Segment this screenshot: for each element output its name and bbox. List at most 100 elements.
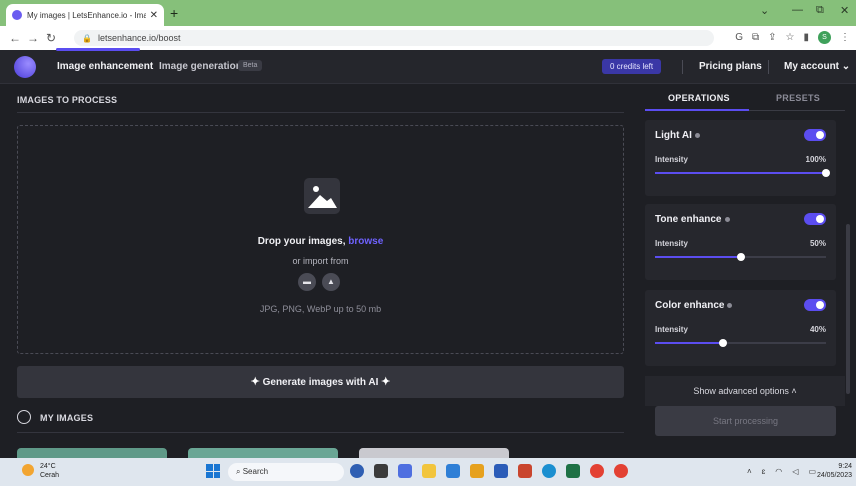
intensity-label: Intensity — [655, 239, 688, 248]
intensity-value: 40% — [809, 325, 826, 334]
date: 24/05/2023 — [816, 472, 852, 479]
tab-presets[interactable]: PRESETS — [776, 93, 820, 103]
volume-icon[interactable]: ◁ — [792, 467, 798, 476]
system-tray: ˄ ɛ ◠ ◁ ▭ — [747, 467, 816, 476]
show-advanced-options[interactable]: Show advanced options ˄ — [645, 376, 845, 406]
excel-icon[interactable] — [566, 464, 580, 478]
forward-icon[interactable]: → — [24, 31, 42, 45]
app-icon[interactable] — [470, 464, 484, 478]
wifi-icon[interactable]: ◠ — [775, 467, 782, 476]
taskbar-search[interactable]: ⌕ Search — [228, 463, 344, 481]
google-icon[interactable]: G — [735, 32, 743, 43]
lock-icon: 🔒 — [82, 33, 92, 43]
edge-icon[interactable] — [542, 464, 556, 478]
tab-operations[interactable]: OPERATIONS — [668, 93, 730, 103]
language-icon[interactable]: ɛ — [762, 467, 766, 476]
light-ai-card: Light AI Intensity 100% — [645, 120, 836, 196]
word-icon[interactable] — [494, 464, 508, 478]
intensity-label: Intensity — [655, 155, 688, 164]
slider-handle[interactable] — [719, 339, 728, 347]
new-tab-icon[interactable]: + — [170, 5, 178, 21]
generate-images-button[interactable]: ✦ Generate images with AI ✦ — [17, 366, 624, 398]
color-enhance-toggle[interactable] — [804, 299, 826, 311]
chrome-icon[interactable] — [590, 464, 604, 478]
advanced-options-label: Show advanced options — [693, 386, 789, 396]
weather-widget[interactable]: 24°C Cerah — [40, 462, 59, 480]
chevron-up-icon: ˄ — [791, 386, 797, 396]
browse-link[interactable]: browse — [348, 236, 383, 247]
browser-tab[interactable]: My images | LetsEnhance.io - Ima ✕ — [6, 4, 164, 26]
credits-badge[interactable]: 0 credits left — [602, 59, 662, 74]
light-ai-title: Light AI — [655, 130, 700, 141]
nav-image-enhancement[interactable]: Image enhancement — [57, 61, 153, 72]
site-favicon-icon — [12, 10, 22, 20]
info-icon[interactable] — [724, 216, 730, 222]
desktop-app-icon[interactable] — [374, 464, 388, 478]
accepted-formats: JPG, PNG, WebP up to 50 mb — [259, 304, 382, 314]
clock[interactable]: 9:24 24/05/2023 — [817, 462, 852, 480]
nav-image-generation[interactable]: Image generation — [159, 61, 242, 72]
browser-menu-icon[interactable]: ⋮ — [840, 32, 850, 43]
weather-condition: Cerah — [40, 472, 60, 479]
intensity-slider[interactable] — [655, 169, 830, 177]
browser-tab-strip: My images | LetsEnhance.io - Ima ✕ + ⌄ —… — [0, 0, 856, 26]
chrome-icon[interactable] — [614, 464, 628, 478]
url-text: letsenhance.io/boost — [97, 33, 181, 43]
start-processing-button[interactable]: Start processing — [655, 406, 836, 436]
my-images-select-radio[interactable] — [17, 410, 31, 424]
info-icon[interactable] — [727, 302, 733, 308]
battery-icon[interactable]: ▭ — [808, 467, 816, 476]
chevron-down-icon[interactable]: ⌄ — [760, 4, 769, 17]
beta-badge: Beta — [238, 60, 263, 71]
section-divider — [17, 432, 624, 433]
weather-sun-icon[interactable] — [22, 464, 34, 476]
tone-enhance-toggle[interactable] — [804, 213, 826, 225]
side-panel-icon[interactable]: ▮ — [803, 32, 809, 43]
nav-my-account[interactable]: My account ⌄ — [784, 61, 850, 72]
time: 9:24 — [838, 463, 852, 470]
folder-import-icon[interactable]: ▬ — [298, 273, 316, 291]
translate-icon[interactable]: ⧉ — [752, 32, 759, 43]
app-header: Image enhancement Image generation Beta … — [0, 50, 856, 84]
url-input[interactable]: 🔒 letsenhance.io/boost — [74, 30, 714, 46]
share-icon[interactable]: ⇪ — [768, 32, 776, 43]
mail-icon[interactable] — [446, 464, 460, 478]
bookmark-star-icon[interactable]: ☆ — [786, 32, 795, 43]
task-view-icon[interactable] — [350, 464, 364, 478]
reload-icon[interactable]: ↻ — [42, 31, 60, 45]
info-icon[interactable] — [694, 132, 700, 138]
header-divider — [768, 60, 769, 74]
slider-handle[interactable] — [736, 253, 745, 261]
panel-scrollbar[interactable] — [846, 224, 850, 394]
light-ai-toggle[interactable] — [804, 129, 826, 141]
image-placeholder-icon — [304, 178, 340, 214]
chevron-down-icon: ⌄ — [841, 61, 851, 72]
drop-images-title: Drop your images, browse — [18, 236, 623, 247]
header-divider — [682, 60, 683, 74]
close-window-icon[interactable]: ✕ — [840, 4, 849, 17]
intensity-slider[interactable] — [655, 339, 826, 347]
letsenhance-logo-icon[interactable] — [14, 56, 36, 78]
windows-start-icon[interactable] — [206, 464, 220, 478]
my-account-label: My account — [784, 61, 840, 72]
minimize-icon[interactable]: — — [792, 4, 803, 16]
intensity-value: 100% — [805, 155, 826, 164]
restore-icon[interactable]: ⧉ — [816, 4, 824, 17]
google-drive-icon[interactable]: ▲ — [322, 273, 340, 291]
nav-pricing-plans[interactable]: Pricing plans — [699, 61, 762, 72]
powerpoint-icon[interactable] — [518, 464, 532, 478]
back-icon[interactable]: ← — [6, 31, 24, 45]
active-nav-indicator — [56, 48, 140, 51]
image-drop-zone[interactable]: Drop your images, browse or import from … — [17, 125, 624, 354]
profile-avatar[interactable]: S — [818, 31, 831, 44]
chat-app-icon[interactable] — [398, 464, 412, 478]
chevron-up-icon[interactable]: ˄ — [747, 467, 752, 476]
images-to-process-title: IMAGES TO PROCESS — [17, 95, 118, 105]
file-explorer-icon[interactable] — [422, 464, 436, 478]
sparkle-icon: ✦ — [381, 376, 391, 388]
close-tab-icon[interactable]: ✕ — [150, 10, 158, 21]
tone-enhance-title: Tone enhance — [655, 214, 730, 225]
intensity-slider[interactable] — [655, 253, 826, 261]
slider-handle[interactable] — [822, 169, 830, 177]
tone-enhance-card: Tone enhance Intensity 50% — [645, 204, 836, 280]
